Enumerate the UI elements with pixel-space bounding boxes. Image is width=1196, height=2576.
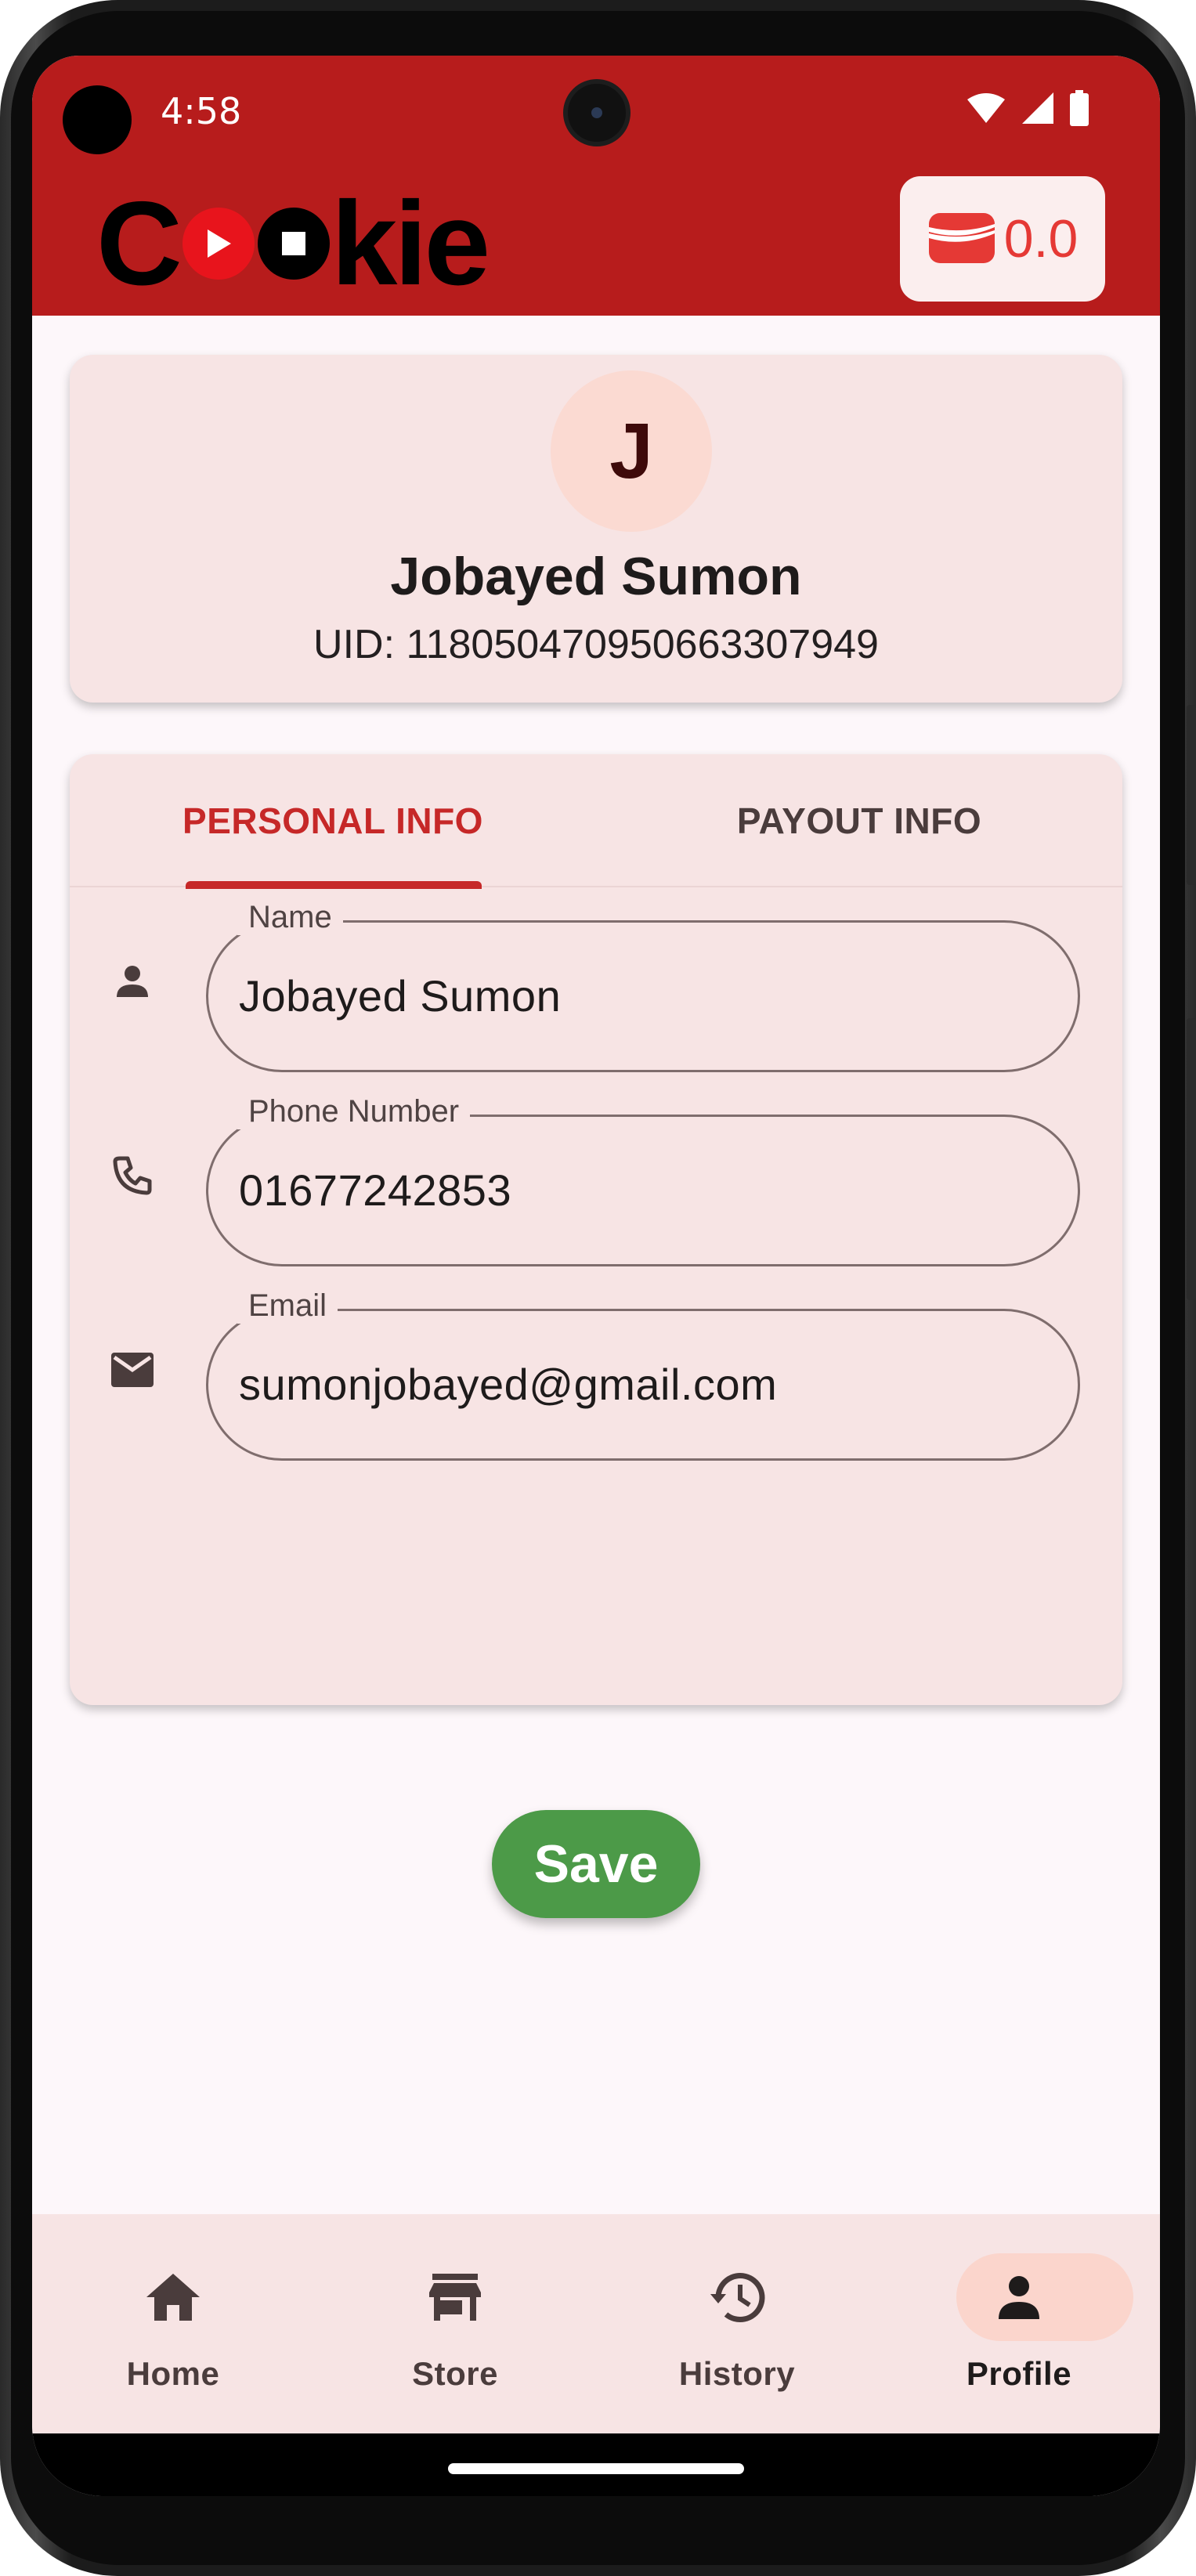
name-field-group: Name Jobayed Sumon xyxy=(70,889,1122,1072)
power-button xyxy=(1187,705,1196,885)
email-field-value: sumonjobayed@gmail.com xyxy=(239,1360,778,1409)
store-icon xyxy=(314,2266,596,2329)
app-bar: 4:58 C kie 0.0 xyxy=(32,56,1160,316)
email-icon xyxy=(109,1346,156,1393)
profile-card: J Jobayed Sumon UID: 1180504709506633079… xyxy=(70,355,1122,703)
home-icon xyxy=(32,2266,314,2329)
name-field-label: Name xyxy=(237,900,343,935)
tab-payout-info[interactable]: PAYOUT INFO xyxy=(596,754,1122,887)
phone-icon xyxy=(109,1152,156,1199)
wallet-balance-chip[interactable]: 0.0 xyxy=(900,176,1105,302)
nav-item-history[interactable]: History xyxy=(596,2214,878,2433)
nav-item-profile[interactable]: Profile xyxy=(878,2214,1160,2433)
avatar[interactable]: J xyxy=(551,370,712,532)
notification-dot xyxy=(63,85,132,154)
tab-personal-info[interactable]: PERSONAL INFO xyxy=(70,754,596,887)
stop-icon xyxy=(257,208,330,280)
info-card: PERSONAL INFO PAYOUT INFO Name Jobayed S… xyxy=(70,754,1122,1705)
front-camera xyxy=(563,79,631,146)
status-icons xyxy=(966,90,1089,126)
name-field-value: Jobayed Sumon xyxy=(239,971,562,1021)
bottom-navigation: Home Store History Profile xyxy=(32,2214,1160,2433)
tab-indicator xyxy=(186,881,482,889)
play-icon xyxy=(182,208,255,280)
wifi-icon xyxy=(966,92,1006,125)
volume-button xyxy=(1187,1018,1196,1300)
phone-field-value: 01677242853 xyxy=(239,1165,512,1215)
email-field-group: Email sumonjobayed@gmail.com xyxy=(70,1277,1122,1461)
screen: 4:58 C kie 0.0 J Jobayed Sumon UID: 1180… xyxy=(32,56,1160,2496)
nav-label-profile: Profile xyxy=(966,2355,1072,2392)
save-button[interactable]: Save xyxy=(492,1810,700,1918)
battery-icon xyxy=(1069,90,1089,126)
nav-item-home[interactable]: Home xyxy=(32,2214,314,2433)
info-tabs: PERSONAL INFO PAYOUT INFO xyxy=(70,754,1122,889)
nav-label-home: Home xyxy=(126,2355,220,2392)
phone-frame: 4:58 C kie 0.0 J Jobayed Sumon UID: 1180… xyxy=(0,0,1196,2576)
phone-field-group: Phone Number 01677242853 xyxy=(70,1083,1122,1266)
nav-item-store[interactable]: Store xyxy=(314,2214,596,2433)
email-field-label: Email xyxy=(237,1288,338,1324)
signal-icon xyxy=(1021,91,1055,125)
app-logo: C kie xyxy=(96,177,490,310)
profile-name: Jobayed Sumon xyxy=(390,547,802,606)
status-time: 4:58 xyxy=(161,90,242,132)
nav-label-history: History xyxy=(678,2355,796,2392)
wallet-icon xyxy=(927,210,996,269)
history-icon xyxy=(596,2266,878,2329)
gesture-handle[interactable] xyxy=(448,2463,744,2474)
wallet-balance: 0.0 xyxy=(1003,209,1079,269)
nav-label-store: Store xyxy=(412,2355,498,2392)
person-icon xyxy=(109,958,156,1005)
phone-field-label: Phone Number xyxy=(237,1094,471,1129)
person-icon xyxy=(878,2266,1160,2329)
profile-uid: UID: 118050470950663307949 xyxy=(313,622,879,667)
